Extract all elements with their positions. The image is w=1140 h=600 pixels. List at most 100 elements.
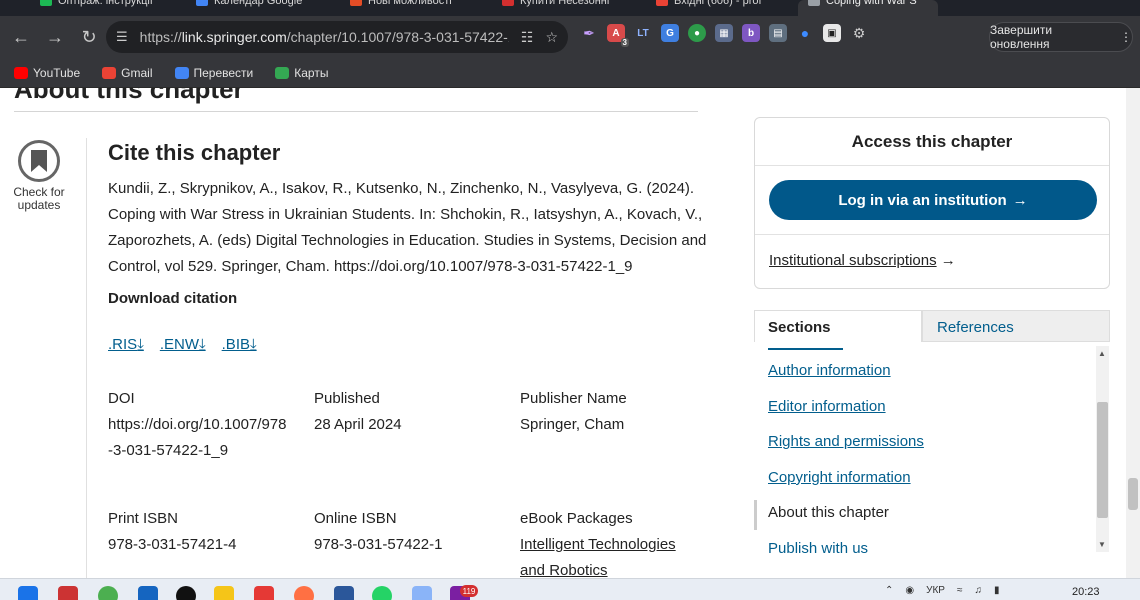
update-button[interactable]: Завершити оновлення ⋮ [989,22,1133,52]
sections-list: Author information Editor information Righ… [754,342,1110,554]
translate-extension-icon[interactable]: G [661,24,679,42]
page-scrollbar[interactable] [1126,88,1140,578]
menu-dots-icon[interactable]: ⋮ [1120,30,1132,44]
meta-doi: DOI https://doi.org/10.1007/978-3-031-57… [108,386,298,464]
site-info-icon[interactable]: ☰ [116,29,128,45]
battery-icon[interactable]: ▮ [994,585,1000,596]
browser-tab[interactable]: Оптіраж: інструкції [30,0,180,16]
meta-online-isbn: Online ISBN 978-3-031-57422-1 [314,510,443,553]
notification-badge: 119 [460,585,478,597]
bookmark-icon [14,66,28,79]
sections-scrollbar[interactable]: ▲ ▼ [1096,346,1109,552]
meta-published: Published 28 April 2024 [314,390,402,433]
word-icon[interactable] [334,586,354,600]
scroll-down-icon[interactable]: ▼ [1098,540,1106,549]
url-text[interactable]: https://link.springer.com/chapter/10.100… [140,29,509,45]
bookmark-item[interactable]: Gmail [102,66,153,80]
access-box: Access this chapter Log in via an instit… [754,117,1110,289]
browser-tab[interactable]: Купити Несезонні [492,0,642,16]
browser-tab[interactable]: Календар Google [186,0,336,16]
b-extension-icon[interactable]: b [742,24,760,42]
doi-value[interactable]: https://doi.org/10.1007/978-3-031-57422-… [108,412,288,464]
section-link[interactable]: Rights and permissions [768,433,924,450]
bookmark-label: Перевести [193,65,254,80]
chrome-profile-icon[interactable] [294,586,314,600]
section-link[interactable]: About this chapter [768,504,889,521]
chevron-up-icon[interactable]: ⌃ [885,585,893,596]
about-heading: About this chapter [14,88,244,104]
bookmark-star-icon[interactable]: ☆ [545,29,558,46]
ebook-package-link[interactable]: Intelligent Technologies and Robotics [520,536,676,578]
section-link[interactable]: Copyright information [768,469,911,486]
sections-tabs: Sections References [754,310,1110,342]
language-indicator[interactable]: УКР [926,585,945,596]
bookmark-icon [102,66,117,79]
reload-icon[interactable]: ↻ [72,20,106,54]
institutional-subscriptions-link[interactable]: Institutional subscriptions → [769,252,956,269]
section-link[interactable]: Publish with us [768,540,868,554]
tab-title: Календар Google [214,0,303,7]
check-updates-icon [18,140,60,182]
wifi-icon[interactable]: ≈ [957,585,963,596]
tiktok-icon[interactable] [176,586,196,600]
file-explorer-icon[interactable] [214,586,234,600]
meta-print-isbn: Print ISBN 978-3-031-57421-4 [108,510,237,553]
download-link[interactable]: .BIB⤓ [222,336,257,353]
browser-tab[interactable]: Вхідні (606) - prof [646,0,794,16]
extensions-row: ✒ A3 LT G ● ▦ b ▤ ● ▣ ⚙ [580,24,868,47]
download-icon: ⤓ [250,336,257,353]
tab-title: Coping with War S [826,0,917,7]
scroll-up-icon[interactable]: ▲ [1098,349,1106,358]
check-for-updates[interactable]: Check for updates [10,140,68,212]
login-institution-button[interactable]: Log in via an institution → [769,180,1097,220]
chrome-icon[interactable] [98,586,118,600]
cite-title: Cite this chapter [108,140,281,165]
tab-favicon-icon [350,0,362,6]
dot-extension-icon[interactable]: ● [796,24,814,42]
quill-extension-icon[interactable]: ✒ [580,24,598,42]
forward-icon[interactable]: → [38,20,72,54]
abp-extension-icon[interactable]: A3 [607,24,629,47]
translate-icon[interactable]: ☷ [521,29,534,46]
tab-title: Нові можливості [368,0,452,7]
bookmark-icon [275,66,290,79]
tab-references[interactable]: References [922,310,1110,342]
youtube-app-icon[interactable] [254,586,274,600]
doc-extension-icon[interactable]: ▤ [769,24,787,42]
download-link[interactable]: .RIS⤓ [108,336,144,353]
download-link[interactable]: .ENW⤓ [160,336,206,353]
download-citation-title: Download citation [108,290,238,307]
network-icon[interactable]: ◉ [905,585,914,596]
volume-icon[interactable]: ♫ [974,585,982,596]
page-scroll-thumb[interactable] [1128,478,1138,510]
current-section-marker [754,500,757,530]
page-content: About this chapter Check for updates Cit… [0,88,1140,578]
color-extension-icon[interactable]: ● [688,24,706,42]
access-title: Access this chapter [851,132,1013,151]
windows-start-icon[interactable] [18,586,38,600]
address-bar[interactable]: ☰ https://link.springer.com/chapter/10.1… [106,21,568,53]
bookmark-item[interactable]: Перевести [174,65,254,80]
browser-toolbar: ← → ↻ ☰ https://link.springer.com/chapte… [0,16,1140,58]
calendar-extension-icon[interactable]: ▦ [715,24,733,42]
gift-app-icon[interactable] [58,586,78,600]
tab-favicon-icon [656,0,668,6]
puzzle-extension-icon[interactable]: ⚙ [850,24,868,42]
sections-scroll-thumb[interactable] [1097,402,1108,518]
download-icon: ⤓ [137,336,144,353]
browser-tab[interactable]: Нові можливості [340,0,488,16]
app-icon[interactable] [412,586,432,600]
section-link[interactable]: Editor information [768,398,886,415]
clock[interactable]: 20:23 [1072,586,1100,598]
lt-extension-icon[interactable]: LT [634,24,652,42]
square-extension-icon[interactable]: ▣ [823,24,841,42]
tab-title: Оптіраж: інструкції [58,0,153,7]
whatsapp-icon[interactable] [372,586,392,600]
bookmark-item[interactable]: Карты [275,66,328,80]
section-link[interactable]: Author information [768,362,891,379]
browser-tab[interactable]: Coping with War S [798,0,938,16]
mail-app-icon[interactable] [138,586,158,600]
tab-sections[interactable]: Sections [754,310,922,342]
bookmark-item[interactable]: YouTube [14,66,80,80]
back-icon[interactable]: ← [4,20,38,54]
